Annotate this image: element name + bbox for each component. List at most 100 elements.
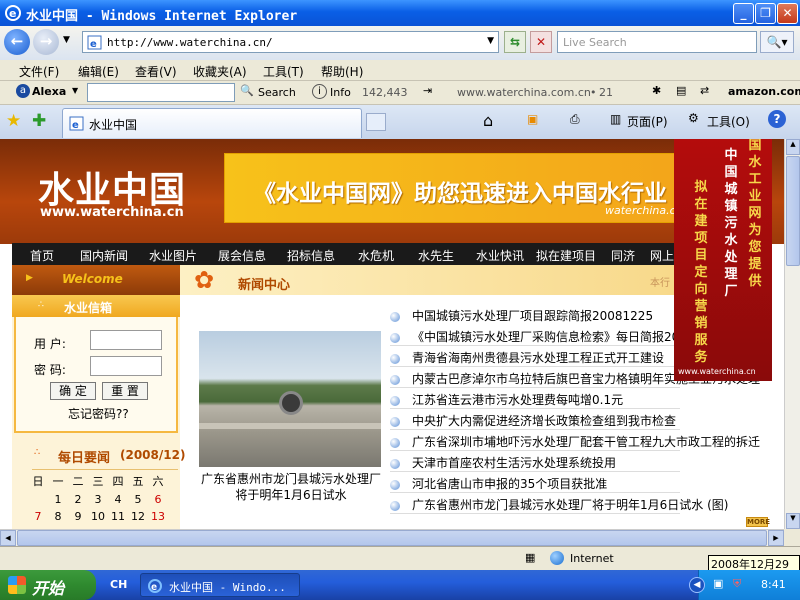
maximize-button[interactable]: ❐ xyxy=(755,3,776,24)
calendar-day[interactable] xyxy=(28,491,48,508)
nav-tenders[interactable]: 招标信息 xyxy=(287,247,335,264)
history-dropdown-icon[interactable]: ▼ xyxy=(63,35,70,45)
address-url[interactable]: http://www.waterchina.cn/ xyxy=(107,36,273,49)
list-item[interactable]: 中国城镇污水处理厂项目跟踪简报20081225 xyxy=(390,307,653,324)
news-link[interactable]: 天津市首座农村生活污水处理系统投用 xyxy=(412,456,616,470)
calendar-day[interactable]: 8 xyxy=(48,508,68,525)
nav-projects[interactable]: 拟在建项目 xyxy=(536,247,596,264)
menu-favorites[interactable]: 收藏夹(A) xyxy=(193,63,247,80)
search-input[interactable]: Live Search xyxy=(557,31,757,53)
settings-icon[interactable]: ✱ xyxy=(652,84,661,97)
news-link[interactable]: 青海省海南州贵德县污水处理工程正式开工建设 xyxy=(412,351,664,365)
language-indicator[interactable]: CH xyxy=(110,578,127,591)
title-bar[interactable]: e 水业中国 - Windows Internet Explorer _ ❐ ✕ xyxy=(0,0,800,26)
print-icon[interactable]: ▤ xyxy=(676,84,686,97)
scroll-up-arrow-icon[interactable]: ▲ xyxy=(786,139,800,155)
amazon-link[interactable]: amazon.com xyxy=(728,85,800,98)
search-button[interactable]: 🔍▾ xyxy=(760,31,794,53)
menu-help[interactable]: 帮助(H) xyxy=(321,63,363,80)
floating-ad[interactable]: 国水工业网为您提供 中国城镇污水处理厂 拟在建项目定向营销服务 www.wate… xyxy=(674,139,772,381)
list-item[interactable]: 广东省惠州市龙门县城污水处理厂将于明年1月6日试水 (图) xyxy=(390,496,728,513)
forward-button[interactable]: → xyxy=(33,29,59,55)
nav-domestic-news[interactable]: 国内新闻 xyxy=(80,247,128,264)
calendar-day[interactable]: 2 xyxy=(68,491,88,508)
nav-home[interactable]: 首页 xyxy=(30,247,54,264)
close-button[interactable]: ✕ xyxy=(777,3,798,24)
list-item[interactable]: 广东省深圳市埔地吓污水处理厂配套干管工程九大市政工程的拆迁 xyxy=(390,433,760,450)
nav-water-crisis[interactable]: 水危机 xyxy=(358,247,394,264)
calendar-day[interactable]: 12 xyxy=(128,508,148,525)
news-link[interactable]: 广东省深圳市埔地吓污水处理厂配套干管工程九大市政工程的拆迁 xyxy=(412,435,760,449)
calendar-day[interactable]: 10 xyxy=(88,508,108,525)
news-link[interactable]: 江苏省连云港市污水处理费每吨增0.1元 xyxy=(412,393,623,407)
menu-edit[interactable]: 编辑(E) xyxy=(78,63,119,80)
calendar-day[interactable]: 4 xyxy=(108,491,128,508)
calendar-day[interactable]: 11 xyxy=(108,508,128,525)
start-button[interactable]: 开始 xyxy=(0,570,96,600)
news-link[interactable]: 广东省惠州市龙门县城污水处理厂将于明年1月6日试水 (图) xyxy=(412,498,728,512)
scroll-right-arrow-icon[interactable]: ▶ xyxy=(768,530,784,546)
scroll-down-arrow-icon[interactable]: ▼ xyxy=(786,513,800,529)
stop-button[interactable]: ✕ xyxy=(530,31,552,53)
list-item[interactable]: 江苏省连云港市污水处理费每吨增0.1元 xyxy=(390,391,623,408)
horizontal-scroll-thumb[interactable] xyxy=(17,530,767,546)
alexa-brand[interactable]: Alexa xyxy=(32,85,66,98)
address-dropdown-icon[interactable]: ▼ xyxy=(487,36,494,46)
login-button[interactable]: 确 定 xyxy=(50,382,96,400)
menu-tools[interactable]: 工具(T) xyxy=(263,63,304,80)
news-photo[interactable] xyxy=(199,331,381,467)
slogan-banner[interactable]: 《水业中国网》助您迅速进入中国水行业 waterchina.c xyxy=(224,153,679,223)
nav-online[interactable]: 网上 xyxy=(650,247,674,264)
tools-menu-button[interactable]: 工具(O) xyxy=(707,113,750,130)
alexa-search-input[interactable] xyxy=(87,83,235,102)
forgot-password-link[interactable]: 忘记密码?? xyxy=(68,405,129,422)
user-input[interactable] xyxy=(90,330,162,350)
taskbar-item-ie[interactable]: e 水业中国 - Windo... xyxy=(140,573,300,597)
calendar-day[interactable]: 13 xyxy=(148,508,168,525)
password-input[interactable] xyxy=(90,356,162,376)
calendar-day[interactable]: 1 xyxy=(48,491,68,508)
list-item[interactable]: 《中国城镇污水处理厂采购信息检索》每日简报20 xyxy=(390,328,679,345)
nav-photos[interactable]: 水业图片 xyxy=(149,247,197,264)
scroll-left-arrow-icon[interactable]: ◀ xyxy=(0,530,16,546)
popup-blocked-icon[interactable]: ▦ xyxy=(525,551,535,564)
alexa-info-button[interactable]: Info xyxy=(330,86,351,99)
menu-file[interactable]: 文件(F) xyxy=(19,63,59,80)
nav-exhibitions[interactable]: 展会信息 xyxy=(218,247,266,264)
menu-view[interactable]: 查看(V) xyxy=(135,63,177,80)
calendar-day[interactable]: 5 xyxy=(128,491,148,508)
nav-tongji[interactable]: 同济 xyxy=(611,247,635,264)
news-link[interactable]: 中国城镇污水处理厂项目跟踪简报20081225 xyxy=(412,309,653,323)
redirect-icon[interactable]: ⇥ xyxy=(423,84,432,97)
tray-expand-icon[interactable]: ◀ xyxy=(689,577,705,593)
alexa-search-button[interactable]: Search xyxy=(258,86,296,99)
vertical-scroll-thumb[interactable] xyxy=(786,156,800,266)
list-item[interactable]: 天津市首座农村生活污水处理系统投用 xyxy=(390,454,616,471)
home-icon[interactable]: ⌂ xyxy=(483,111,493,130)
new-tab-button[interactable] xyxy=(366,113,386,131)
network-icon[interactable]: ▣ xyxy=(713,577,723,590)
tab-waterchina[interactable]: e 水业中国 xyxy=(62,108,362,138)
feeds-icon[interactable]: ▣ xyxy=(527,112,538,126)
nav-mr-water[interactable]: 水先生 xyxy=(418,247,454,264)
photo-caption[interactable]: 广东省惠州市龙门县城污水处理厂 将于明年1月6日试水 xyxy=(199,471,383,503)
nav-flash-news[interactable]: 水业快讯 xyxy=(476,247,524,264)
calendar-day[interactable]: 7 xyxy=(28,508,48,525)
favorites-star-icon[interactable]: ★ xyxy=(6,111,21,131)
horizontal-scrollbar[interactable]: ◀ ▶ xyxy=(0,529,784,546)
back-button[interactable]: ← xyxy=(4,29,30,55)
more-button[interactable]: MORE xyxy=(746,517,770,527)
print-button-icon[interactable]: ⎙ xyxy=(570,112,580,127)
news-link[interactable]: 河北省唐山市申报的35个项目获批准 xyxy=(412,477,607,491)
news-link[interactable]: 《中国城镇污水处理厂采购信息检索》每日简报20 xyxy=(412,330,679,344)
list-item[interactable]: 河北省唐山市申报的35个项目获批准 xyxy=(390,475,607,492)
add-favorite-icon[interactable]: ✚ xyxy=(32,111,46,131)
minimize-button[interactable]: _ xyxy=(733,3,754,24)
calendar-day[interactable]: 9 xyxy=(68,508,88,525)
clock[interactable]: 8:41 xyxy=(761,578,786,591)
security-shield-icon[interactable]: ⛨ xyxy=(733,577,741,591)
list-item[interactable]: 中央扩大内需促进经济增长政策检查组到我市检查 xyxy=(390,412,676,429)
news-link[interactable]: 中央扩大内需促进经济增长政策检查组到我市检查 xyxy=(412,414,676,428)
address-field[interactable]: e http://www.waterchina.cn/ ▼ xyxy=(82,31,499,53)
refresh-button[interactable]: ⇆ xyxy=(504,31,526,53)
